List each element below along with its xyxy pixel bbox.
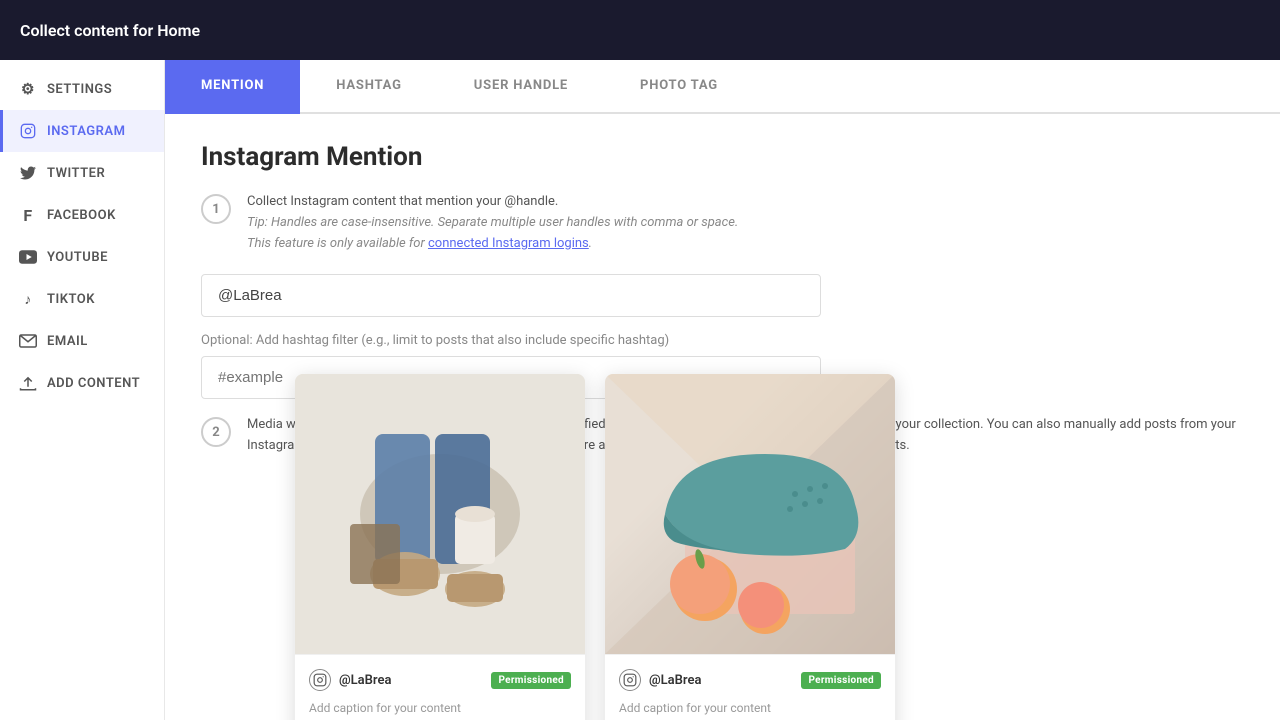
step-1-circle: 1 — [201, 194, 231, 224]
card-1-instagram-icon — [309, 669, 331, 691]
sidebar-item-settings-label: SETTINGS — [47, 82, 112, 97]
step-1-description: Collect Instagram content that mention y… — [247, 192, 738, 213]
sidebar-item-tiktok[interactable]: ♪ TIKTOK — [0, 278, 164, 320]
tiktok-icon: ♪ — [19, 290, 37, 308]
card-2-badge: Permissioned — [801, 672, 881, 689]
content-area: MENTION HASHTAG USER HANDLE PHOTO TAG In… — [165, 60, 1280, 720]
card-2-user: @LaBrea — [619, 669, 701, 691]
card-1-badge: Permissioned — [491, 672, 571, 689]
tab-phototag[interactable]: PHOTO TAG — [604, 60, 754, 114]
page-title: Collect content for Home — [20, 21, 200, 40]
card-2-body: @LaBrea Permissioned Add caption for you… — [605, 654, 895, 720]
twitter-icon — [19, 164, 37, 182]
instagram-icon — [19, 122, 37, 140]
card-2-instagram-icon — [619, 669, 641, 691]
step-2-circle: 2 — [201, 417, 231, 447]
sidebar-item-instagram[interactable]: INSTAGRAM — [0, 110, 164, 152]
card-1-header: @LaBrea Permissioned — [309, 669, 571, 691]
form-area: Instagram Mention 1 Collect Instagram co… — [165, 114, 1280, 720]
card-2-image — [605, 374, 895, 654]
step-1-row: 1 Collect Instagram content that mention… — [201, 192, 1244, 254]
sidebar-item-email[interactable]: EMAIL — [0, 320, 164, 362]
sidebar-item-facebook[interactable]: f FACEBOOK — [0, 194, 164, 236]
step-1-text: Collect Instagram content that mention y… — [247, 192, 738, 254]
tab-hashtag[interactable]: HASHTAG — [300, 60, 438, 114]
card-1-caption-label: Add caption for your content — [309, 701, 571, 715]
tab-mention[interactable]: MENTION — [165, 60, 300, 114]
youtube-icon — [19, 248, 37, 266]
sidebar-item-twitter-label: TWITTER — [47, 166, 105, 181]
card-1-body: @LaBrea Permissioned Add caption for you… — [295, 654, 585, 720]
form-title: Instagram Mention — [201, 142, 1244, 172]
sidebar-item-twitter[interactable]: TWITTER — [0, 152, 164, 194]
sidebar-item-addcontent-label: ADD CONTENT — [47, 376, 140, 391]
settings-icon: ⚙ — [19, 80, 37, 98]
card-1-user: @LaBrea — [309, 669, 391, 691]
sidebar-item-youtube-label: YOUTUBE — [47, 250, 108, 265]
sidebar-item-instagram-label: INSTAGRAM — [47, 124, 125, 139]
sidebar-item-tiktok-label: TIKTOK — [47, 292, 95, 307]
sidebar-item-youtube[interactable]: YOUTUBE — [0, 236, 164, 278]
email-icon — [19, 332, 37, 350]
card-2-username: @LaBrea — [649, 673, 701, 688]
addcontent-icon — [19, 374, 37, 392]
facebook-icon: f — [19, 206, 37, 224]
content-card-1: @LaBrea Permissioned Add caption for you… — [295, 374, 585, 720]
card-1-image — [295, 374, 585, 654]
sidebar-item-settings[interactable]: ⚙ SETTINGS — [0, 68, 164, 110]
sidebar: ⚙ SETTINGS INSTAGRAM TWITTER f F — [0, 60, 165, 720]
main-layout: ⚙ SETTINGS INSTAGRAM TWITTER f F — [0, 60, 1280, 720]
mention-input[interactable] — [201, 274, 821, 317]
step-1-tip: Tip: Handles are case-insensitive. Separ… — [247, 213, 738, 234]
step-1-notice: This feature is only available for conne… — [247, 234, 738, 255]
sidebar-item-facebook-label: FACEBOOK — [47, 208, 116, 223]
sidebar-item-addcontent[interactable]: ADD CONTENT — [0, 362, 164, 404]
content-card-2: @LaBrea Permissioned Add caption for you… — [605, 374, 895, 720]
optional-label: Optional: Add hashtag filter (e.g., limi… — [201, 333, 1244, 348]
cards-overlay: @LaBrea Permissioned Add caption for you… — [295, 374, 895, 720]
card-2-header: @LaBrea Permissioned — [619, 669, 881, 691]
card-2-caption-label: Add caption for your content — [619, 701, 881, 715]
sidebar-item-email-label: EMAIL — [47, 334, 88, 349]
tabs-bar: MENTION HASHTAG USER HANDLE PHOTO TAG — [165, 60, 1280, 114]
tab-userhandle[interactable]: USER HANDLE — [438, 60, 604, 114]
top-bar: Collect content for Home — [0, 0, 1280, 60]
connected-logins-link[interactable]: connected Instagram logins — [428, 236, 589, 251]
card-1-username: @LaBrea — [339, 673, 391, 688]
